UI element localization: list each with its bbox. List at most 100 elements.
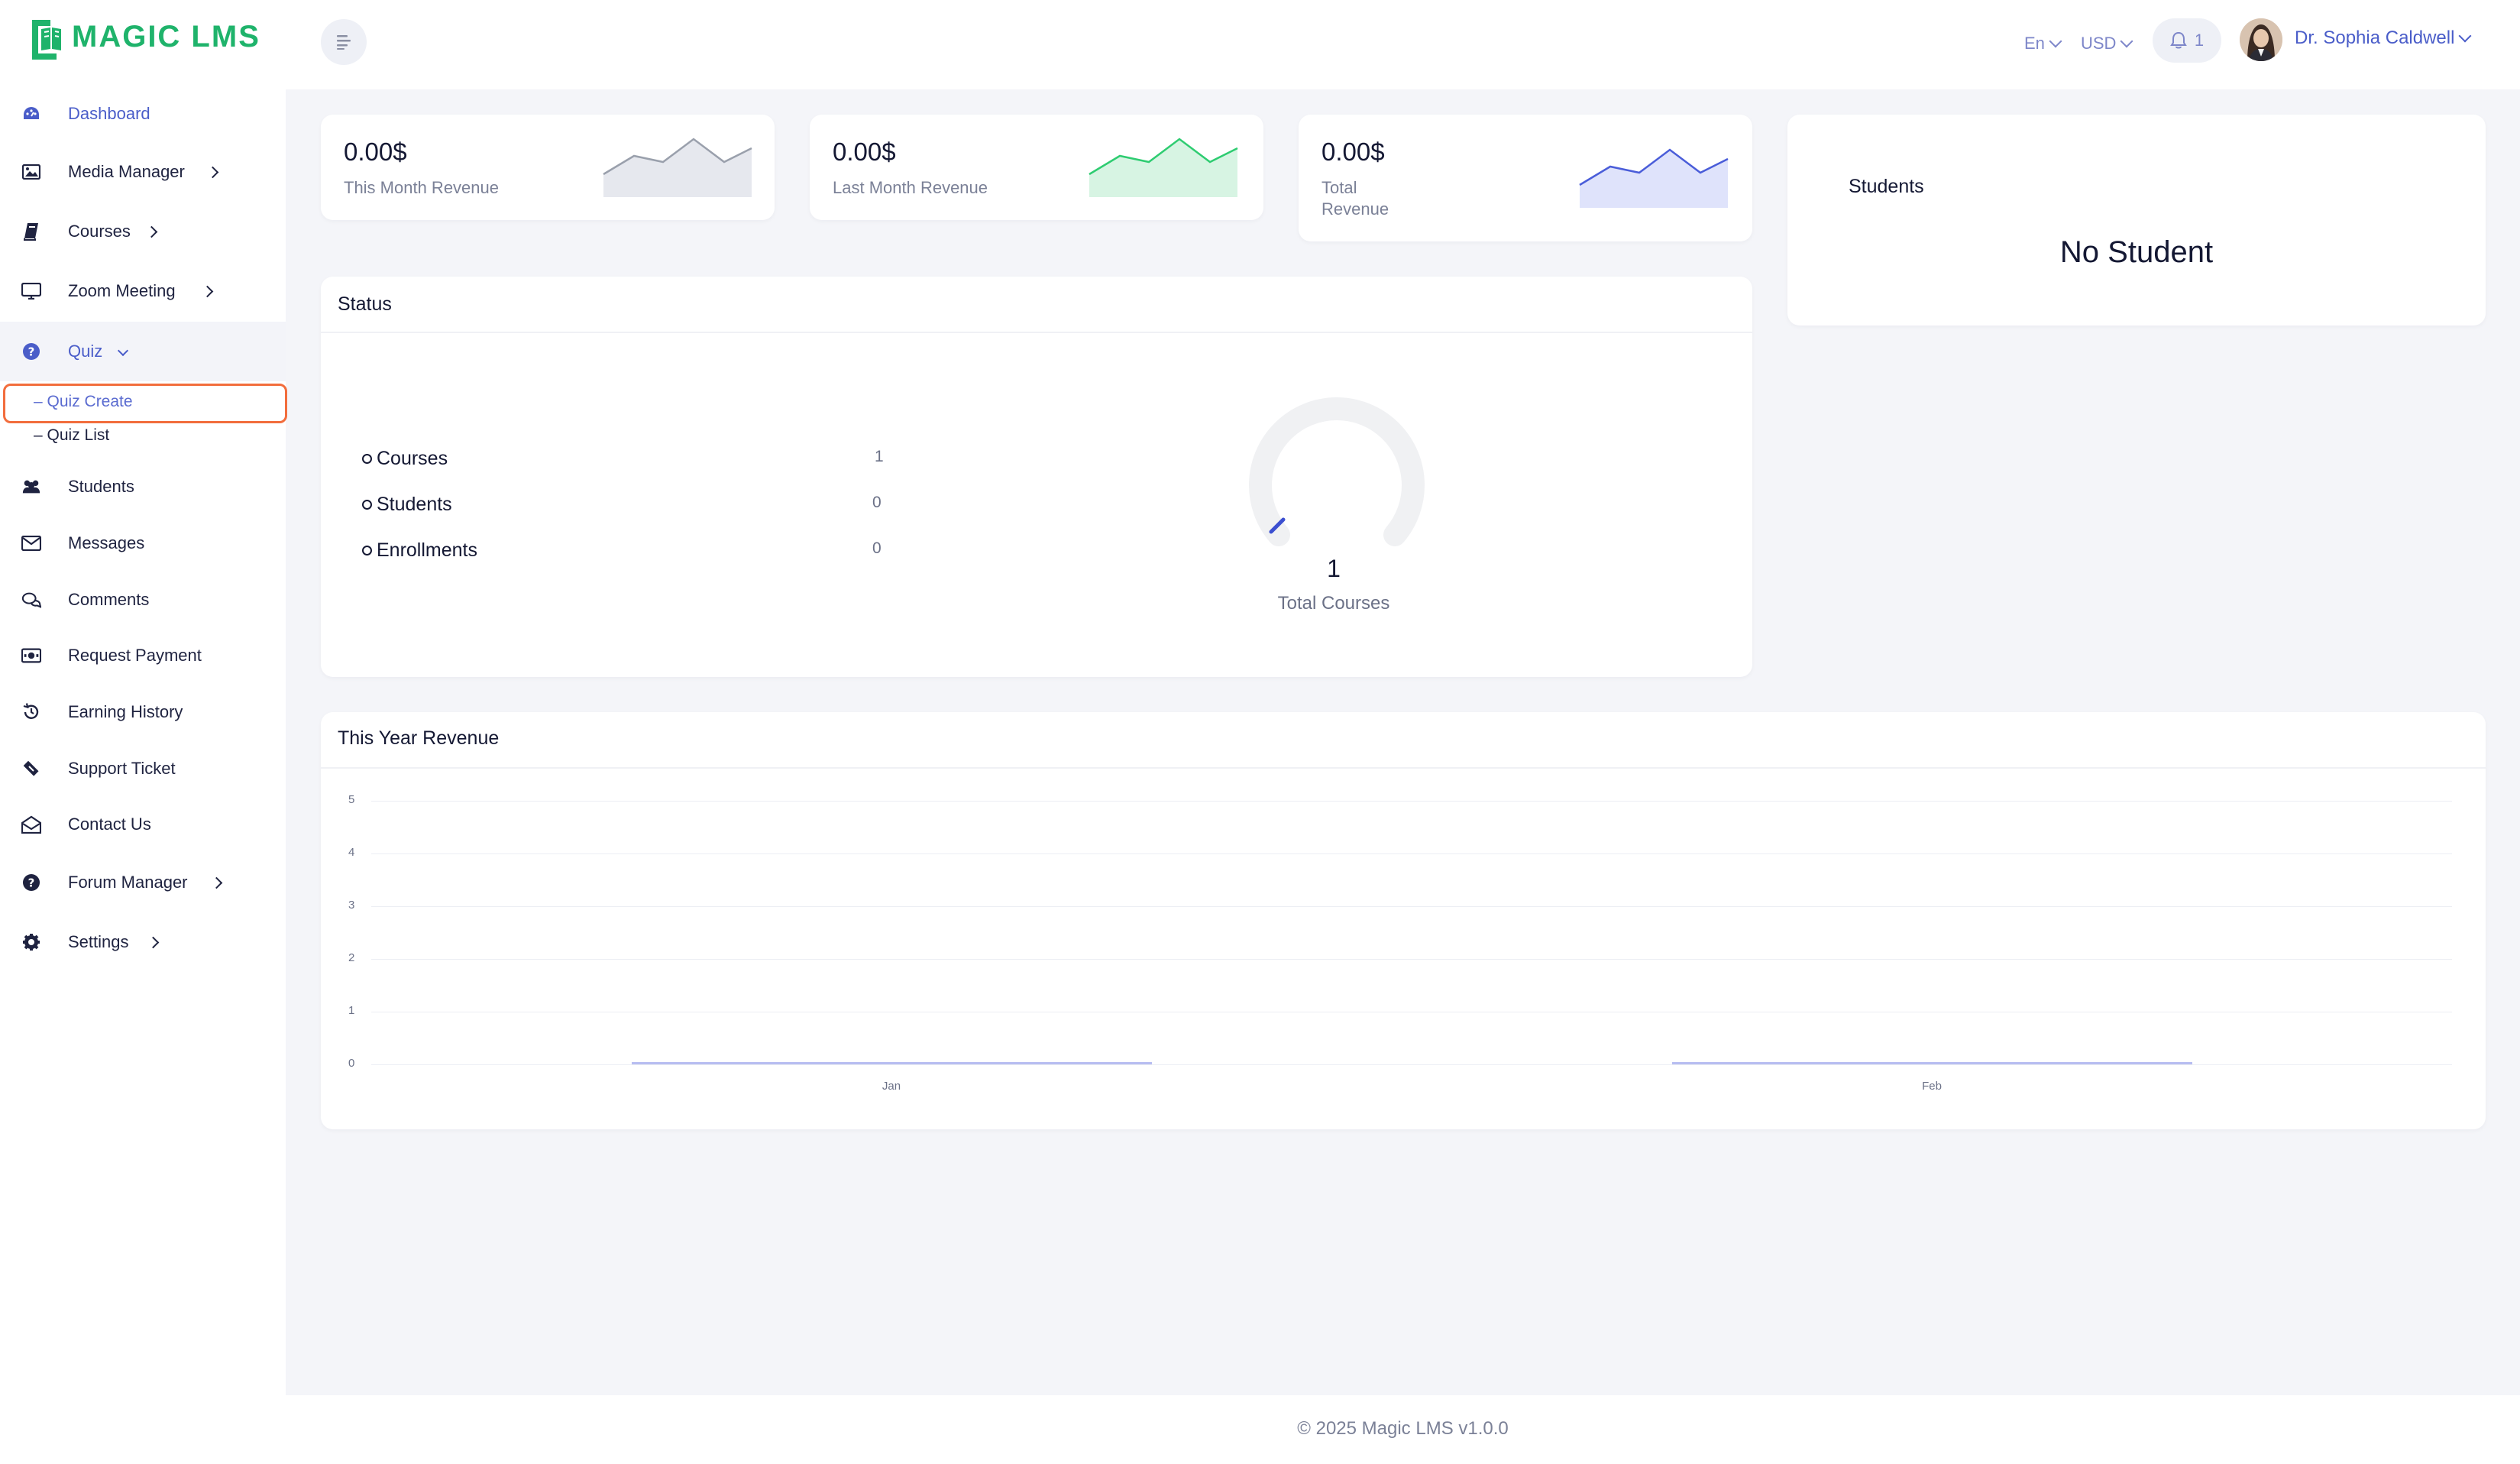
logo-text[interactable]: MAGIC LMS [72, 20, 260, 54]
currency-value: USD [2081, 34, 2117, 53]
sidebar-item-label: Forum Manager [68, 873, 188, 892]
bell-icon [2170, 31, 2187, 49]
status-row-value: 1 [875, 448, 884, 465]
user-menu[interactable]: Dr. Sophia Caldwell [2295, 28, 2472, 49]
sidebar-subitem-quiz-create[interactable]: – Quiz Create [34, 393, 133, 411]
notification-count: 1 [2194, 31, 2205, 50]
sidebar-item-label: Settings [68, 932, 129, 951]
svg-text:?: ? [28, 876, 35, 890]
circle-icon [362, 500, 372, 510]
gauge-label: Total Courses [1277, 593, 1390, 614]
sidebar-item-label: Media Manager [68, 162, 185, 181]
chevron-right-icon [147, 936, 160, 948]
ticket-icon [21, 759, 41, 779]
user-avatar-icon [2240, 18, 2282, 61]
revenue-sparkline [603, 138, 752, 197]
svg-text:?: ? [28, 345, 35, 359]
revenue-label: Total Revenue [1321, 178, 1389, 219]
revenue-label: Last Month Revenue [833, 178, 988, 197]
sidebar-item-label: Contact Us [68, 815, 151, 834]
status-row-value: 0 [872, 494, 882, 511]
sidebar-item-settings[interactable]: Settings [0, 921, 286, 964]
footer: © 2025 Magic LMS v1.0.0 [286, 1395, 2520, 1464]
sidebar-item-label: Messages [68, 533, 145, 552]
status-row-students: Students [362, 494, 452, 516]
notifications-button[interactable]: 1 [2153, 18, 2221, 63]
status-row-courses: Courses [362, 448, 448, 470]
envelope-icon [21, 533, 41, 553]
sidebar-item-label: Earning History [68, 702, 183, 721]
sidebar-item-media-manager[interactable]: Media Manager [0, 151, 286, 193]
chevron-down-icon [2458, 29, 2472, 43]
sidebar-item-courses[interactable]: Courses [0, 210, 286, 253]
chevron-right-icon [206, 166, 219, 178]
question-circle-icon: ? [21, 873, 41, 892]
sidebar-toggle-button[interactable] [321, 19, 367, 65]
sidebar-item-label: Support Ticket [68, 759, 176, 778]
logo-icon[interactable] [27, 17, 66, 63]
last-month-revenue-card: 0.00$ Last Month Revenue [810, 115, 1263, 220]
question-circle-icon: ? [21, 342, 41, 361]
users-icon [21, 477, 41, 497]
sidebar-item-request-payment[interactable]: Request Payment [0, 634, 286, 677]
sidebar-item-quiz[interactable]: ? Quiz [0, 322, 286, 381]
book-icon [21, 222, 41, 241]
top-bar: MAGIC LMS En USD 1 Dr. Sophia Caldwell [0, 0, 2520, 89]
comments-icon [21, 590, 41, 610]
chevron-right-icon [201, 285, 214, 297]
revenue-chart-title: This Year Revenue [338, 727, 500, 749]
chevron-down-icon [2120, 34, 2133, 48]
revenue-sparkline [1089, 138, 1238, 197]
chevron-right-icon [210, 876, 223, 889]
revenue-sparkline [1579, 148, 1729, 208]
status-row-label: Students [377, 494, 452, 515]
sidebar-item-label: Request Payment [68, 646, 202, 665]
sidebar-subitem-quiz-list[interactable]: – Quiz List [34, 426, 109, 445]
envelope-open-icon [21, 815, 41, 834]
revenue-label: This Month Revenue [344, 178, 499, 197]
currency-select[interactable]: USD [2081, 34, 2133, 53]
gauge-value: 1 [1327, 555, 1341, 582]
circle-icon [362, 454, 372, 464]
chevron-down-icon [2049, 34, 2062, 48]
status-card-title: Status [338, 293, 392, 315]
total-courses-gauge [1249, 397, 1425, 546]
sidebar-item-support-ticket[interactable]: Support Ticket [0, 747, 286, 790]
students-card-title: Students [1849, 176, 1924, 197]
this-year-revenue-card: This Year Revenue [321, 712, 2486, 1129]
status-row-label: Courses [377, 448, 448, 469]
sidebar-item-zoom-meeting[interactable]: Zoom Meeting [0, 270, 286, 313]
sidebar-item-label: Students [68, 477, 134, 496]
image-icon [21, 162, 41, 182]
sidebar-item-label: Comments [68, 590, 150, 609]
this-month-revenue-card: 0.00$ This Month Revenue [321, 115, 775, 220]
money-bill-icon [21, 646, 41, 666]
footer-text: © 2025 Magic LMS v1.0.0 [1297, 1418, 1509, 1439]
status-row-enrollments: Enrollments [362, 539, 477, 562]
sidebar-item-contact-us[interactable]: Contact Us [0, 803, 286, 846]
sidebar-item-label: Courses [68, 222, 131, 241]
card-divider [321, 767, 2486, 769]
history-icon [21, 702, 41, 722]
avatar[interactable] [2240, 18, 2282, 61]
students-card: Students No Student [1787, 115, 2486, 326]
menu-lines-icon [337, 35, 351, 50]
sidebar-item-students[interactable]: Students [0, 465, 286, 508]
sidebar-item-forum-manager[interactable]: ? Forum Manager [0, 861, 286, 904]
sidebar-item-label: Quiz [68, 342, 103, 361]
sidebar-item-earning-history[interactable]: Earning History [0, 691, 286, 734]
circle-icon [362, 546, 372, 555]
dashboard-icon [21, 104, 41, 124]
status-row-value: 0 [872, 539, 882, 557]
sidebar-item-messages[interactable]: Messages [0, 522, 286, 565]
status-card: Status [321, 277, 1752, 677]
status-row-label: Enrollments [377, 539, 477, 561]
language-value: En [2024, 34, 2045, 53]
no-student-text: No Student [2059, 235, 2214, 269]
sidebar-item-dashboard[interactable]: Dashboard [0, 92, 286, 135]
language-select[interactable]: En [2024, 34, 2062, 53]
monitor-icon [21, 281, 41, 301]
sidebar-item-comments[interactable]: Comments [0, 578, 286, 621]
sidebar-item-label: Dashboard [68, 104, 150, 123]
gear-icon [21, 932, 41, 952]
